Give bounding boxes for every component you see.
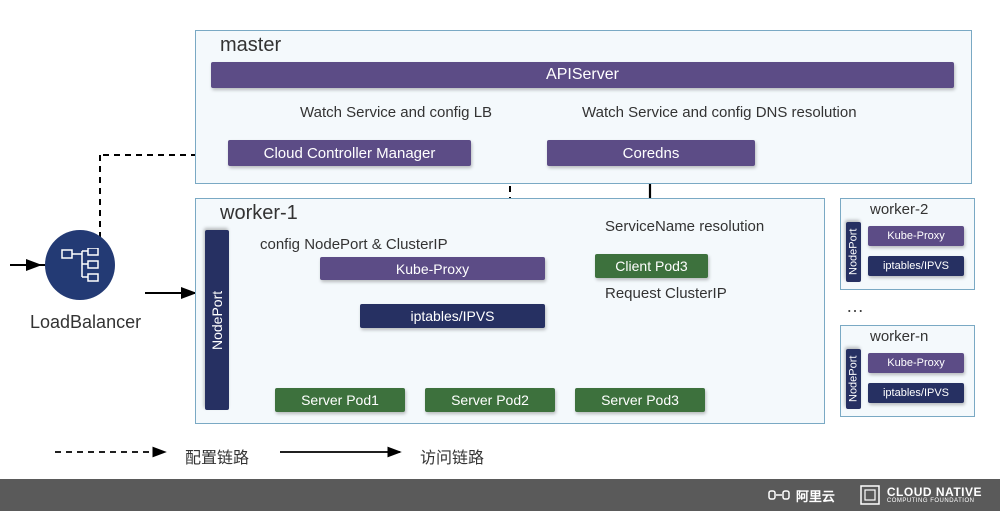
server-pod2-bar: Server Pod2: [425, 388, 555, 412]
nodeport-bar: NodePort: [205, 230, 229, 410]
req-cip-label: Request ClusterIP: [605, 285, 727, 302]
server-pod1-bar: Server Pod1: [275, 388, 405, 412]
cncf-top: CLOUD NATIVE: [887, 486, 982, 498]
worker2-nodeport: NodePort: [846, 222, 861, 282]
apiserver-bar: APIServer: [211, 62, 954, 88]
loadbalancer-label: LoadBalancer: [30, 312, 141, 333]
cncf-logo: CLOUD NATIVE COMPUTING FOUNDATION: [860, 485, 982, 505]
server-pod3-bar: Server Pod3: [575, 388, 705, 412]
worker2-kubeproxy: Kube-Proxy: [868, 226, 964, 246]
footer-bar: 阿里云 CLOUD NATIVE COMPUTING FOUNDATION: [0, 479, 1000, 511]
worker1-title: worker-1: [220, 202, 298, 225]
watch-lb-label: Watch Service and config LB: [300, 104, 492, 121]
workern-ipvs: iptables/IPVS: [868, 383, 964, 403]
cfg-np-label: config NodePort & ClusterIP: [260, 236, 448, 253]
workern-title: worker-n: [870, 328, 928, 345]
worker2-ipvs: iptables/IPVS: [868, 256, 964, 276]
svc-name-res-label: ServiceName resolution: [605, 218, 764, 235]
kube-proxy-bar: Kube-Proxy: [320, 257, 545, 280]
ccm-bar: Cloud Controller Manager: [228, 140, 471, 166]
legend-access-path: 访问链路: [420, 444, 484, 468]
aliyun-text: 阿里云: [796, 486, 835, 505]
coredns-bar: Coredns: [547, 140, 755, 166]
watch-dns-label: Watch Service and config DNS resolution: [582, 104, 857, 121]
aliyun-logo: 阿里云: [768, 486, 835, 505]
workern-nodeport: NodePort: [846, 349, 861, 409]
worker2-title: worker-2: [870, 201, 928, 218]
workern-kubeproxy: Kube-Proxy: [868, 353, 964, 373]
legend-config-path: 配置链路: [185, 444, 249, 468]
ellipsis: …: [846, 296, 864, 317]
client-pod3-bar: Client Pod3: [595, 254, 708, 278]
loadbalancer-icon: [45, 230, 115, 300]
master-title: master: [220, 34, 281, 57]
ipvs-bar: iptables/IPVS: [360, 304, 545, 328]
cncf-bottom: COMPUTING FOUNDATION: [887, 498, 982, 504]
